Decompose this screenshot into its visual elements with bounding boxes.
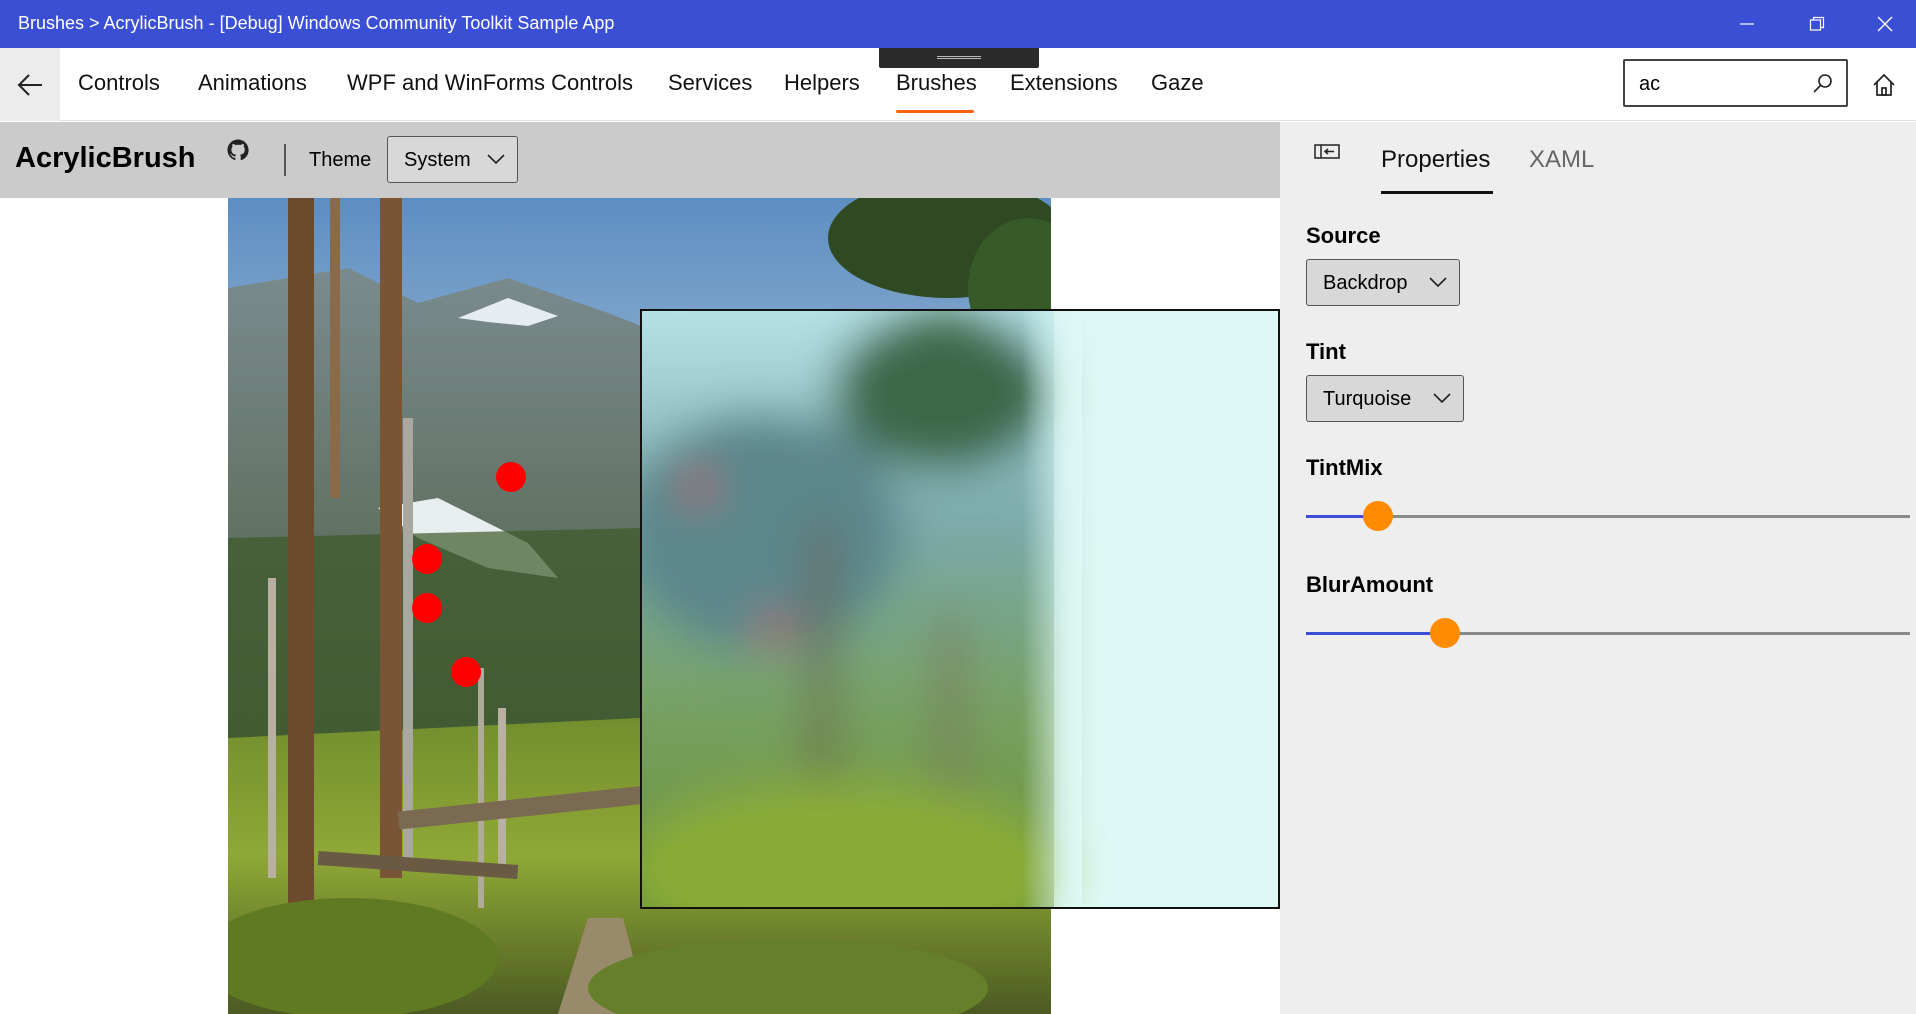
window-title: Brushes > AcrylicBrush - [Debug] Windows… <box>18 13 615 33</box>
sample-title: AcrylicBrush <box>15 142 196 174</box>
nav-item-gaze[interactable]: Gaze <box>1151 70 1204 96</box>
nav-item-controls[interactable]: Controls <box>78 70 160 96</box>
home-icon <box>1873 73 1895 96</box>
theme-label: Theme <box>309 149 372 171</box>
nav-item-services[interactable]: Services <box>668 70 752 96</box>
tintmix-slider[interactable] <box>1306 501 1910 531</box>
source-dropdown-value: Backdrop <box>1323 272 1408 294</box>
nav-item-brushes[interactable]: Brushes <box>896 70 977 96</box>
restore-button[interactable] <box>1782 0 1852 48</box>
bluramount-label: BlurAmount <box>1306 572 1434 597</box>
close-icon <box>1877 16 1893 32</box>
bluramount-slider[interactable] <box>1306 618 1910 648</box>
drag-handle[interactable] <box>879 48 1039 68</box>
title-bar: Brushes > AcrylicBrush - [Debug] Windows… <box>0 0 1916 48</box>
sample-canvas <box>0 198 1280 1014</box>
minimize-button[interactable] <box>1712 0 1782 48</box>
source-dropdown[interactable]: Backdrop <box>1306 259 1460 306</box>
header-divider <box>284 144 286 176</box>
search-box[interactable] <box>1623 59 1848 107</box>
source-label: Source <box>1306 223 1381 248</box>
github-icon[interactable] <box>226 138 250 162</box>
tint-dropdown-value: Turquoise <box>1323 388 1412 410</box>
back-arrow-icon <box>17 73 42 96</box>
tintmix-label: TintMix <box>1306 455 1383 480</box>
chevron-down-icon <box>1433 393 1451 404</box>
tintmix-slider-thumb[interactable] <box>1363 501 1393 531</box>
acrylic-brush-sample <box>640 309 1280 909</box>
nav-item-extensions[interactable]: Extensions <box>1010 70 1118 96</box>
property-pane: Properties XAML Source Backdrop Tint Tur… <box>1280 122 1916 1014</box>
nav-item-animations[interactable]: Animations <box>198 70 307 96</box>
pane-toggle-icon[interactable] <box>1314 142 1340 162</box>
search-input[interactable] <box>1639 71 1799 97</box>
bluramount-slider-fill <box>1306 632 1445 635</box>
theme-dropdown[interactable]: System <box>387 136 518 183</box>
theme-dropdown-value: System <box>404 149 471 171</box>
top-navigation: Controls Animations WPF and WinForms Con… <box>0 48 1916 121</box>
minimize-icon <box>1740 23 1754 25</box>
tab-properties[interactable]: Properties <box>1381 146 1490 174</box>
chevron-down-icon <box>487 154 505 165</box>
tint-label: Tint <box>1306 339 1346 364</box>
home-button[interactable] <box>1864 68 1904 102</box>
restore-icon <box>1809 16 1825 31</box>
bluramount-slider-thumb[interactable] <box>1430 618 1460 648</box>
nav-item-helpers[interactable]: Helpers <box>784 70 860 96</box>
blurred-backdrop <box>642 311 1278 907</box>
tint-dropdown[interactable]: Turquoise <box>1306 375 1464 422</box>
sample-header: AcrylicBrush Theme System <box>0 122 1280 198</box>
close-button[interactable] <box>1850 0 1916 48</box>
back-button[interactable] <box>0 48 60 121</box>
tab-xaml[interactable]: XAML <box>1529 146 1594 174</box>
selected-nav-indicator <box>896 110 974 113</box>
search-icon[interactable] <box>1812 73 1834 95</box>
selected-tab-indicator <box>1381 191 1493 194</box>
chevron-down-icon <box>1429 277 1447 288</box>
nav-item-wpf-winforms[interactable]: WPF and WinForms Controls <box>347 70 633 96</box>
